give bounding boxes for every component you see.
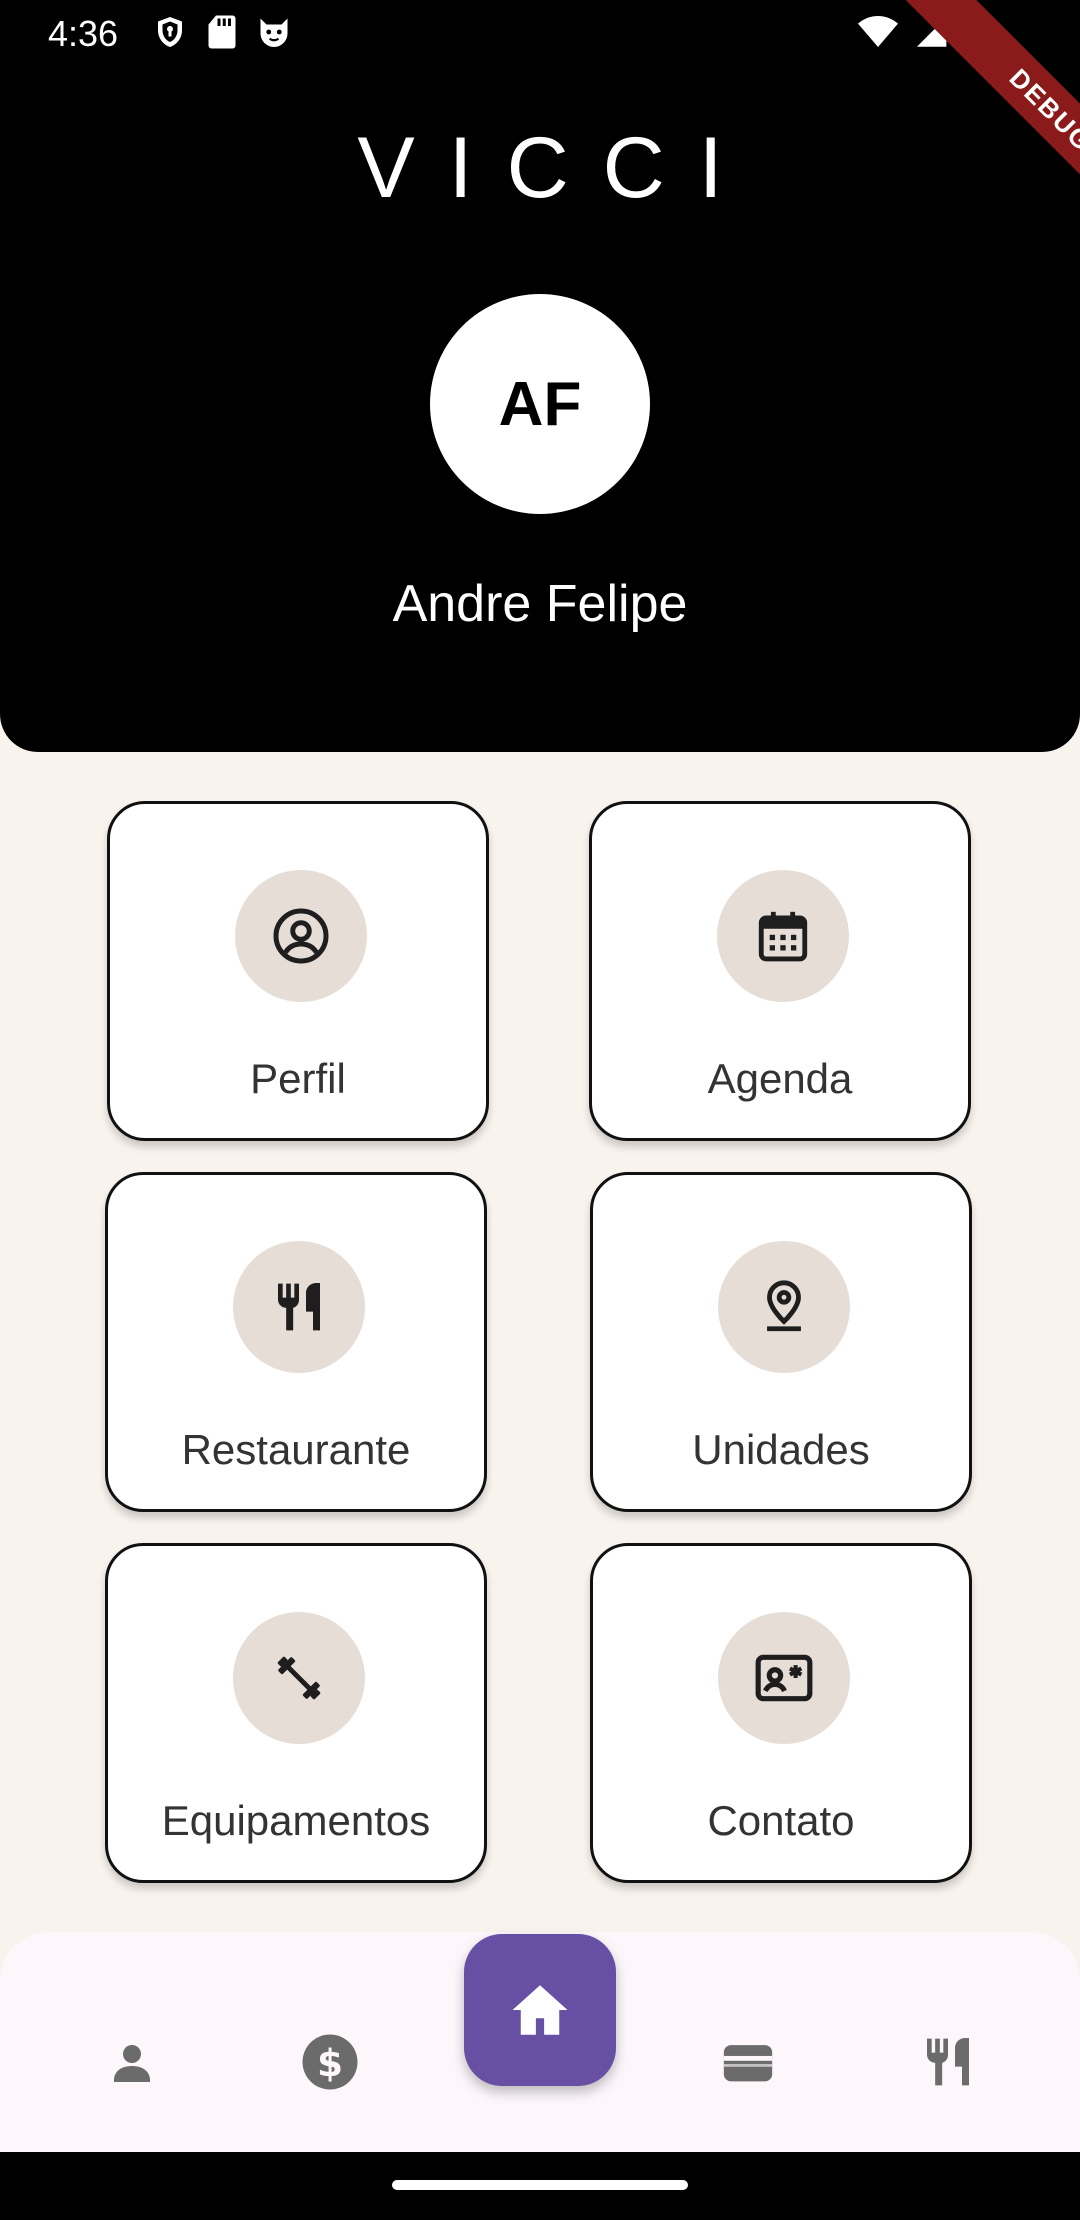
menu-card-contato[interactable]: Contato	[590, 1543, 972, 1883]
account-circle-icon	[273, 908, 329, 964]
dollar-icon: $	[302, 2034, 358, 2090]
icon-circle	[718, 1241, 850, 1373]
home-icon	[512, 1985, 568, 2035]
calendar-icon	[758, 911, 808, 962]
shield-icon	[158, 17, 182, 47]
brand-title: VICCI	[357, 120, 757, 216]
wifi-icon	[858, 16, 898, 47]
status-icons-left	[152, 14, 292, 50]
menu-card-label: Contato	[707, 1797, 855, 1844]
status-time: 4:36	[48, 13, 119, 54]
dumbbell-icon	[277, 1656, 321, 1700]
wallet-icon	[723, 2045, 773, 2082]
location-pin-icon	[767, 1280, 801, 1332]
cat-icon	[260, 18, 288, 47]
menu-card-equipamentos[interactable]: Equipamentos	[105, 1543, 487, 1883]
sd-card-icon	[208, 15, 236, 49]
restaurant-icon	[927, 2037, 969, 2086]
icon-circle	[718, 1612, 850, 1744]
person-icon	[114, 2045, 150, 2082]
menu-card-perfil[interactable]: Perfil	[107, 801, 489, 1141]
nav-profile[interactable]	[92, 2022, 172, 2102]
icon-circle	[233, 1612, 365, 1744]
avatar[interactable]: AF	[430, 294, 650, 514]
menu-card-unidades[interactable]: Unidades	[590, 1172, 972, 1512]
home-button[interactable]	[464, 1934, 616, 2086]
menu-card-label: Agenda	[707, 1055, 853, 1102]
icon-circle	[233, 1241, 365, 1373]
icon-circle	[235, 870, 367, 1002]
restaurant-icon	[278, 1282, 320, 1331]
icon-circle	[717, 870, 849, 1002]
menu-card-label: Perfil	[250, 1055, 346, 1102]
menu-card-label: Restaurante	[181, 1426, 411, 1473]
nav-finance[interactable]: $	[290, 2022, 370, 2102]
user-name: Andre Felipe	[392, 575, 688, 633]
menu-card-label: Equipamentos	[161, 1797, 431, 1844]
svg-text:$: $	[317, 2041, 343, 2085]
home-indicator[interactable]	[392, 2180, 688, 2190]
menu-card-agenda[interactable]: Agenda	[589, 801, 971, 1141]
menu-card-restaurante[interactable]: Restaurante	[105, 1172, 487, 1512]
nav-restaurant[interactable]	[908, 2022, 988, 2102]
contact-card-icon	[755, 1654, 813, 1702]
header: 4:36 DEBUG VICCI AF Andre Felipe	[0, 0, 1080, 752]
menu-card-label: Unidades	[692, 1426, 870, 1473]
nav-wallet[interactable]	[708, 2022, 788, 2102]
